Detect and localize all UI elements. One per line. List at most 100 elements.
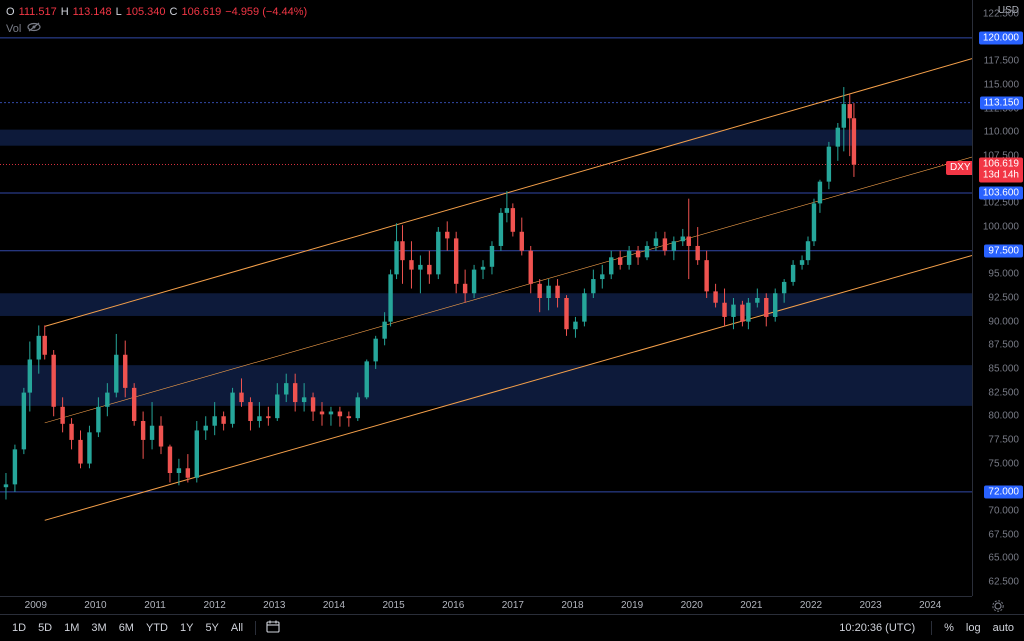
candle-body [194, 430, 199, 478]
time-tick: 2010 [84, 600, 107, 611]
candle-body [328, 411, 334, 415]
candle-body [713, 291, 718, 303]
percent-toggle[interactable]: % [938, 622, 960, 634]
candle-body [600, 274, 605, 280]
candle-body [239, 392, 244, 403]
time-tick: 2012 [203, 600, 226, 611]
volume-legend: Vol [6, 22, 41, 35]
candle-body [582, 293, 587, 322]
time-tick: 2015 [382, 600, 405, 611]
candle-body [680, 236, 685, 242]
open-value: 111.517 [18, 6, 57, 18]
range-button-5d[interactable]: 5D [32, 622, 58, 634]
candle-body [36, 335, 41, 360]
candle-body [131, 387, 137, 421]
range-button-3m[interactable]: 3M [85, 622, 112, 634]
candle-body [504, 208, 510, 213]
eye-hidden-icon[interactable] [27, 22, 41, 35]
candle-body [841, 104, 846, 128]
range-button-5y[interactable]: 5Y [199, 622, 224, 634]
price-tick: 87.500 [988, 339, 1019, 351]
candle-body [740, 304, 745, 322]
price-tick: 122.500 [982, 8, 1019, 20]
support-resistance-zone [0, 129, 972, 146]
clock[interactable]: 10:20:36 (UTC) [839, 622, 915, 634]
toolbar-divider [255, 621, 257, 635]
candle-body [427, 264, 432, 275]
range-button-ytd[interactable]: YTD [140, 622, 174, 634]
candle-body [546, 285, 551, 298]
candle-body [826, 146, 832, 182]
time-axis[interactable]: 2009 2010 2011 2012 2013 2014 2015 2016 2017 2018… [0, 596, 1004, 615]
candle-body [764, 298, 769, 317]
candle-body [564, 298, 569, 330]
candle-body [462, 283, 468, 294]
candle-body [275, 394, 280, 419]
price-level-tag[interactable]: 72.000 [984, 485, 1023, 499]
time-tick: 2017 [501, 600, 524, 611]
time-tick: 2014 [322, 600, 346, 611]
price-axis[interactable]: USD 122.500117.500115.000112.500110.0001… [972, 0, 1024, 596]
candle-body [167, 446, 173, 474]
candle-body [746, 302, 751, 322]
price-tick: 75.000 [988, 458, 1019, 470]
low-value: 105.340 [125, 6, 166, 18]
candle-body [230, 392, 235, 424]
candle-body [69, 423, 74, 440]
last-price-value: 106.619 [982, 158, 1019, 170]
candle-body [644, 245, 650, 258]
candle-body [573, 321, 578, 330]
candle-body [78, 439, 83, 464]
candle-body [811, 203, 817, 242]
candle-body [12, 449, 18, 485]
range-button-6m[interactable]: 6M [113, 622, 140, 634]
price-tick: 65.000 [988, 552, 1019, 564]
price-level-tag[interactable]: 113.150 [979, 96, 1023, 110]
price-tick: 110.000 [983, 126, 1019, 138]
candle-body [42, 335, 47, 355]
price-level-tag[interactable]: 103.600 [978, 186, 1023, 200]
price-chart[interactable] [0, 0, 972, 596]
candle-body [805, 241, 811, 261]
close-label: C [169, 6, 178, 18]
price-level-tag[interactable]: 120.000 [978, 31, 1023, 45]
range-button-1m[interactable]: 1M [58, 622, 85, 634]
candle-body [400, 241, 405, 261]
candle-body [617, 257, 623, 265]
candle-body [364, 361, 369, 398]
candle-body [394, 241, 399, 275]
candle-body [87, 432, 92, 464]
price-level-tag[interactable]: 97.500 [984, 244, 1023, 258]
last-price-tag: 106.619 13d 14h [978, 157, 1023, 183]
open-label: O [6, 6, 15, 18]
price-tick: 100.000 [982, 221, 1019, 233]
candle-body [662, 238, 668, 251]
price-tick: 85.000 [988, 363, 1019, 375]
candle-body [626, 250, 632, 265]
candle-body [591, 279, 596, 294]
bottom-toolbar: 1D 5D 1M 3M 6M YTD 1Y 5Y All 10:20:36 (UTC) % lo… [0, 614, 1024, 641]
candle-body [555, 285, 560, 298]
log-toggle[interactable]: log [960, 622, 987, 634]
time-tick: 2023 [859, 600, 882, 611]
time-tick: 2016 [442, 600, 465, 611]
price-tick: 67.500 [988, 529, 1019, 540]
auto-toggle[interactable]: auto [987, 622, 1020, 634]
price-tick: 62.500 [988, 576, 1019, 588]
chart-area[interactable]: O 111.517 H 113.148 L 105.340 C 106.619 −4.9… [0, 0, 972, 596]
price-tick: 82.500 [988, 387, 1019, 399]
candle-body [731, 304, 736, 317]
candle-body [355, 397, 360, 419]
candle-body [498, 212, 504, 246]
calendar-range-icon[interactable] [266, 620, 280, 636]
candle-body [185, 468, 191, 478]
range-button-1d[interactable]: 1D [6, 622, 32, 634]
candle-body [851, 118, 857, 165]
candle-body [337, 411, 343, 417]
candle-body [519, 231, 524, 251]
range-button-all[interactable]: All [225, 622, 249, 634]
price-tick: 117.500 [983, 55, 1019, 67]
candle-body [284, 383, 289, 395]
symbol-tag: DXY [946, 161, 972, 175]
range-button-1y[interactable]: 1Y [174, 622, 199, 634]
